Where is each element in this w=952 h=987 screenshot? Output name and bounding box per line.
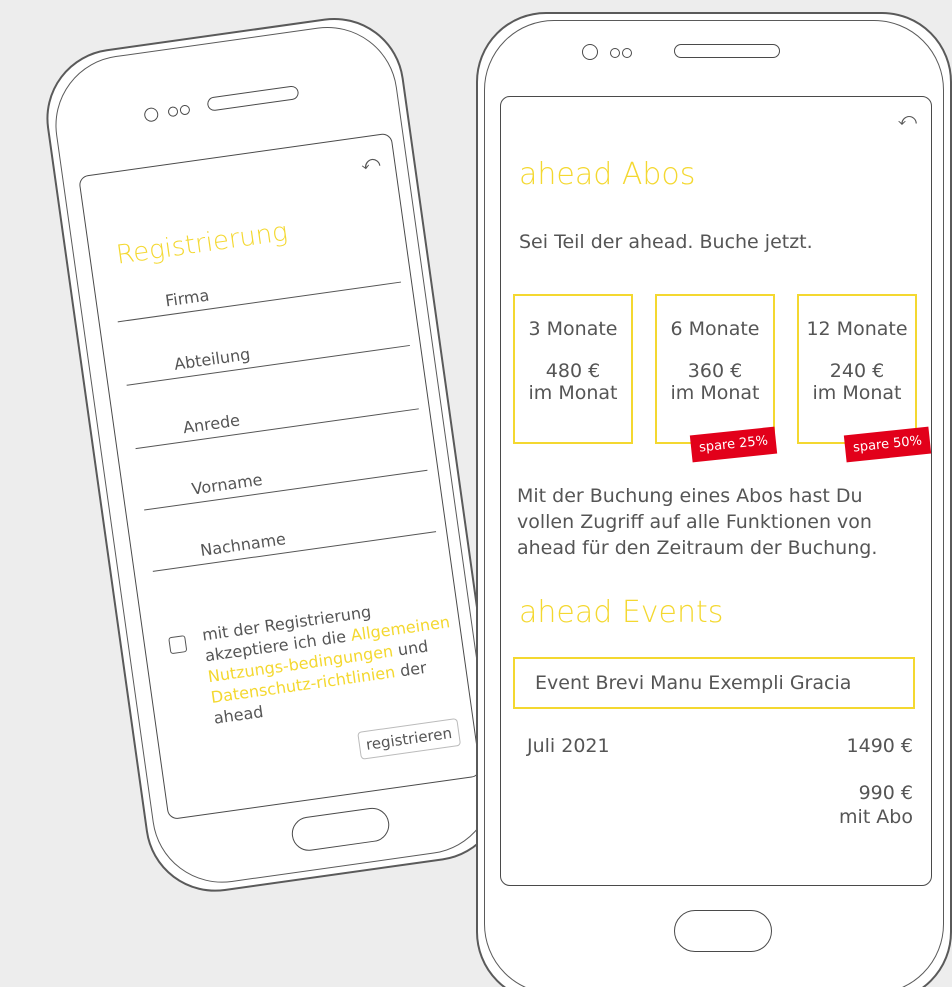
consent-row: mit der Registrierung akzeptiere ich die… [167, 591, 451, 728]
abos-subtitle: Sei Teil der ahead. Buche jetzt. [519, 231, 813, 253]
nachname-field[interactable]: Nachname [149, 505, 437, 572]
plan-card-6[interactable]: 6 Monate 360 € im Monat [655, 294, 775, 444]
sensor-icon [622, 48, 632, 58]
plan-duration: 3 Monate [528, 318, 618, 340]
page-title: Registrierung [114, 217, 290, 271]
anrede-label: Anrede [181, 410, 242, 438]
plan-card-3[interactable]: 3 Monate 480 € im Monat [513, 294, 633, 444]
left-screen: ⤺ Registrierung Firma Abteilung Anrede V… [78, 132, 482, 821]
event-price: 1490 € [846, 735, 913, 757]
home-button[interactable] [674, 910, 772, 952]
right-phone: ⤺ ahead Abos Sei Teil der ahead. Buche j… [476, 12, 952, 987]
sensor-icon [610, 48, 620, 58]
anrede-field[interactable]: Anrede [131, 382, 419, 450]
left-phone: ⤺ Registrierung Firma Abteilung Anrede V… [32, 0, 513, 901]
abos-title: ahead Abos [519, 157, 696, 192]
undo-arrow-icon[interactable]: ⤺ [360, 151, 382, 174]
speaker-grille [206, 85, 300, 112]
event-date: Juli 2021 [527, 735, 610, 757]
abteilung-field[interactable]: Abteilung [122, 319, 410, 386]
event-abo-price-block: 990 € mit Abo [839, 781, 913, 829]
plan-card-12[interactable]: 12 Monate 240 € im Monat [797, 294, 917, 444]
home-button[interactable] [289, 805, 392, 853]
plan-per: im Monat [670, 382, 760, 404]
consent-text: mit der Registrierung akzeptiere ich die… [201, 590, 463, 729]
plan-price: 480 € [545, 360, 601, 382]
plan-price: 360 € [687, 360, 743, 382]
event-abo-label: mit Abo [839, 806, 913, 828]
firma-field[interactable]: Firma [114, 255, 402, 323]
left-phone-body: ⤺ Registrierung Firma Abteilung Anrede V… [37, 8, 513, 901]
consent-part2: und [391, 636, 430, 661]
undo-arrow-icon[interactable]: ⤺ [898, 111, 917, 129]
register-button[interactable]: registrieren [357, 718, 461, 760]
firma-label: Firma [163, 285, 211, 311]
speaker-grille [674, 44, 780, 58]
event-abo-price: 990 € [858, 782, 913, 804]
abos-description: Mit der Buchung eines Abos hast Du volle… [517, 485, 878, 559]
vorname-label: Vorname [190, 469, 264, 499]
event-card[interactable]: Event Brevi Manu Exempli Gracia [513, 657, 915, 709]
sensor-icon [179, 104, 191, 116]
sensor-icon [167, 105, 179, 118]
vorname-field[interactable]: Vorname [140, 443, 428, 511]
plan-duration: 6 Monate [670, 318, 760, 340]
plan-per: im Monat [812, 382, 902, 404]
plan-price: 240 € [829, 360, 885, 382]
plan-per: im Monat [528, 382, 618, 404]
abteilung-label: Abteilung [172, 344, 252, 374]
right-screen: ⤺ ahead Abos Sei Teil der ahead. Buche j… [500, 96, 932, 886]
camera-icon [582, 44, 598, 60]
camera-icon [143, 106, 160, 123]
events-title: ahead Events [519, 595, 724, 630]
nachname-label: Nachname [199, 529, 287, 560]
consent-checkbox[interactable] [168, 635, 188, 655]
stage: ⤺ Registrierung Firma Abteilung Anrede V… [0, 0, 952, 987]
plan-duration: 12 Monate [806, 318, 908, 340]
